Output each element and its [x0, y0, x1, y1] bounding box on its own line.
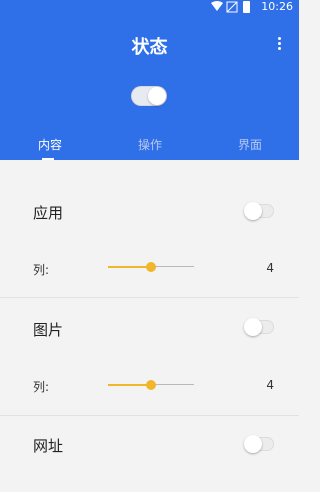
slider-thumb[interactable]: [146, 380, 156, 390]
wifi-icon: [211, 1, 223, 11]
columns-label: 列:: [33, 380, 50, 394]
status-time: 10:26: [261, 0, 293, 13]
app-header: 10:26 状态 内容 操作 界面: [0, 0, 299, 160]
signal-icon: [226, 1, 238, 13]
page-title: 状态: [131, 37, 168, 58]
toggle-knob: [148, 87, 166, 105]
tab-bar: 内容 操作 界面: [0, 133, 299, 160]
columns-label: 列:: [33, 263, 50, 277]
more-vert-icon[interactable]: [270, 32, 290, 56]
columns-value: 4: [266, 261, 274, 275]
section-label: 应用: [33, 204, 64, 222]
toggle-knob: [244, 202, 262, 220]
status-icons: [211, 1, 250, 13]
toggle-knob: [244, 318, 262, 336]
apps-toggle[interactable]: [244, 202, 274, 220]
slider-thumb[interactable]: [146, 262, 156, 272]
tab-content[interactable]: 内容: [0, 133, 100, 157]
images-columns-slider[interactable]: [108, 378, 194, 392]
section-urls: 网址: [0, 416, 299, 492]
section-label: 图片: [33, 321, 64, 339]
battery-icon: [243, 1, 250, 13]
apps-columns-slider[interactable]: [108, 260, 194, 274]
columns-value: 4: [266, 378, 274, 392]
images-toggle[interactable]: [244, 318, 274, 336]
tab-interface[interactable]: 界面: [200, 133, 300, 157]
section-apps: 应用 列: 4: [0, 160, 299, 297]
toggle-knob: [244, 435, 262, 453]
section-images: 图片 列: 4: [0, 298, 299, 415]
status-bar: 10:26: [0, 0, 299, 14]
urls-toggle[interactable]: [244, 435, 274, 453]
master-toggle[interactable]: [131, 86, 167, 106]
tab-actions[interactable]: 操作: [100, 133, 200, 157]
slider-fill: [108, 383, 151, 386]
section-label: 网址: [33, 437, 64, 455]
slider-fill: [108, 265, 151, 268]
